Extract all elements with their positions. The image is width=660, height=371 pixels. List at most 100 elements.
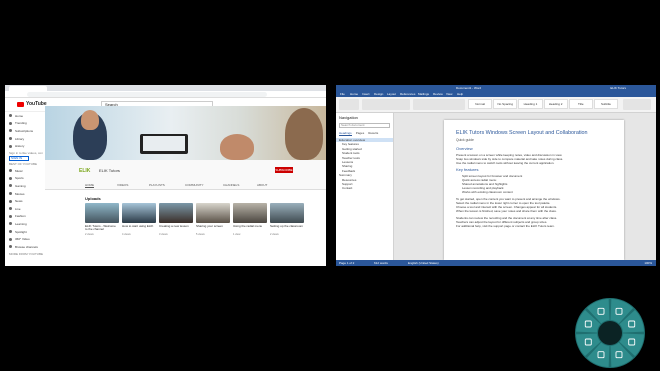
tab-pages[interactable]: Pages xyxy=(356,131,365,136)
video-meta: 4 views xyxy=(122,233,131,236)
video-title[interactable]: Setting up the classroom xyxy=(270,224,304,228)
tab-view[interactable]: View xyxy=(446,92,452,96)
trending-icon xyxy=(9,121,12,125)
video-thumbnail[interactable] xyxy=(233,203,267,223)
sidebar-item-gaming[interactable]: Gaming xyxy=(5,182,43,190)
tab-community[interactable]: COMMUNITY xyxy=(185,183,204,187)
banner-person-right xyxy=(285,108,323,160)
live-icon xyxy=(9,207,12,211)
video-thumbnail[interactable] xyxy=(196,203,230,223)
video-360-icon xyxy=(9,237,12,241)
status-page[interactable]: Page 1 of 2 xyxy=(339,261,354,265)
nav-heading[interactable]: Contact xyxy=(336,186,393,190)
video-thumbnail[interactable] xyxy=(270,203,304,223)
tab-channels[interactable]: CHANNELS xyxy=(223,183,239,187)
tab-results[interactable]: Results xyxy=(368,131,378,136)
tab-home[interactable]: HOME xyxy=(85,183,94,188)
tab-playlists[interactable]: PLAYLISTS xyxy=(149,183,165,187)
channel-name: ELIK Tutors xyxy=(99,168,120,173)
banner-hand xyxy=(220,134,254,160)
sidebar-item-sports[interactable]: Sports xyxy=(5,175,43,183)
style-heading-1[interactable]: Heading 1 xyxy=(518,99,543,109)
youtube-logo-icon[interactable] xyxy=(17,102,24,107)
status-word-count[interactable]: 612 words xyxy=(374,261,388,265)
status-language[interactable]: English (United States) xyxy=(408,261,439,265)
sidebar-item-trending[interactable]: Trending xyxy=(5,120,43,128)
sidebar-item-spotlight[interactable]: Spotlight xyxy=(5,228,43,236)
sidebar-item-history[interactable]: History xyxy=(5,142,43,150)
banner-laptop xyxy=(140,134,188,154)
video-title[interactable]: ELIK Tutors - Welcome to the channel xyxy=(85,224,119,232)
add-icon xyxy=(9,245,12,249)
video-title[interactable]: Sharing your screen xyxy=(196,224,230,228)
word-window[interactable]: Document1 - Word ELIK Tutors File Home I… xyxy=(336,85,656,266)
style-normal[interactable]: Normal xyxy=(468,99,493,109)
word-status-bar: Page 1 of 2 612 words English (United St… xyxy=(336,260,656,266)
subscribe-button[interactable]: SUBSCRIBE xyxy=(275,167,293,173)
library-icon xyxy=(9,137,12,141)
document-page[interactable]: ELIK Tutors Windows Screen Layout and Co… xyxy=(444,120,624,260)
tab-mailings[interactable]: Mailings xyxy=(418,92,429,96)
browser-window[interactable]: YouTube Search Home Trending Subscriptio… xyxy=(5,85,326,266)
learning-icon xyxy=(9,222,12,226)
tab-headings[interactable]: Headings xyxy=(339,131,352,136)
tab-review[interactable]: Review xyxy=(433,92,443,96)
document-heading: Overview xyxy=(456,146,473,151)
style-heading-2[interactable]: Heading 2 xyxy=(543,99,568,109)
sidebar-item-movies[interactable]: Movies xyxy=(5,190,43,198)
youtube-logo-text[interactable]: YouTube xyxy=(26,101,47,107)
sidebar-item-subscriptions[interactable]: Subscriptions xyxy=(5,127,43,135)
channel-tabs: HOME VIDEOS PLAYLISTS COMMUNITY CHANNELS… xyxy=(45,182,326,190)
sidebar-item-library[interactable]: Library xyxy=(5,135,43,143)
clipboard-group[interactable] xyxy=(339,99,359,110)
navigation-title: Navigation xyxy=(339,115,358,120)
tab-insert[interactable]: Insert xyxy=(362,92,370,96)
sidebar-item-browse-channels[interactable]: Browse channels xyxy=(5,243,43,251)
navigation-tabs: Headings Pages Results xyxy=(336,129,393,138)
url-field[interactable] xyxy=(27,92,267,97)
spotlight-icon xyxy=(9,230,12,234)
video-meta: 3 views xyxy=(159,233,168,236)
fashion-icon xyxy=(9,214,12,218)
tab-layout[interactable]: Layout xyxy=(387,92,396,96)
music-icon xyxy=(9,169,12,173)
video-title[interactable]: Creating a new lesson xyxy=(159,224,193,228)
sidebar-item-learning[interactable]: Learning xyxy=(5,220,43,228)
video-title[interactable]: How to start using ELIK xyxy=(122,224,156,228)
radial-center-button[interactable] xyxy=(598,321,622,345)
tab-home[interactable]: Home xyxy=(350,92,358,96)
style-no-spacing[interactable]: No Spacing xyxy=(493,99,518,109)
tab-videos[interactable]: VIDEOS xyxy=(117,183,128,187)
tab-file[interactable]: File xyxy=(340,92,345,96)
youtube-sidebar: Home Trending Subscriptions Library Hist… xyxy=(5,112,43,266)
video-thumbnail[interactable] xyxy=(122,203,156,223)
style-title[interactable]: Title xyxy=(568,99,593,109)
radial-tool-menu[interactable] xyxy=(574,297,646,369)
uploads-heading[interactable]: Uploads xyxy=(85,196,101,201)
sidebar-item-home[interactable]: Home xyxy=(5,112,43,120)
tab-references[interactable]: References xyxy=(400,92,415,96)
editing-group[interactable] xyxy=(623,99,651,110)
video-thumbnail[interactable] xyxy=(85,203,119,223)
sidebar-item-live[interactable]: Live xyxy=(5,205,43,213)
channel-logo[interactable]: ELIK xyxy=(79,168,90,174)
news-icon xyxy=(9,199,12,203)
sidebar-item-360-video[interactable]: 360° Video xyxy=(5,235,43,243)
style-subtitle[interactable]: Subtitle xyxy=(593,99,619,109)
status-zoom[interactable]: 100% xyxy=(644,261,652,265)
font-group[interactable] xyxy=(362,99,410,110)
word-user-name[interactable]: ELIK Tutors xyxy=(610,86,626,90)
navigation-search-input[interactable]: Search document xyxy=(339,123,390,128)
video-meta: 2 views xyxy=(85,233,94,236)
video-title[interactable]: Using the radial menu xyxy=(233,224,267,228)
video-thumbnail[interactable] xyxy=(159,203,193,223)
movies-icon xyxy=(9,192,12,196)
tab-design[interactable]: Design xyxy=(374,92,383,96)
tab-help[interactable]: Help xyxy=(457,92,463,96)
home-icon xyxy=(9,114,12,118)
sidebar-item-music[interactable]: Music xyxy=(5,167,43,175)
tab-about[interactable]: ABOUT xyxy=(257,183,267,187)
paragraph-group[interactable] xyxy=(413,99,465,110)
sidebar-item-news[interactable]: News xyxy=(5,197,43,205)
sidebar-item-fashion[interactable]: Fashion xyxy=(5,213,43,221)
